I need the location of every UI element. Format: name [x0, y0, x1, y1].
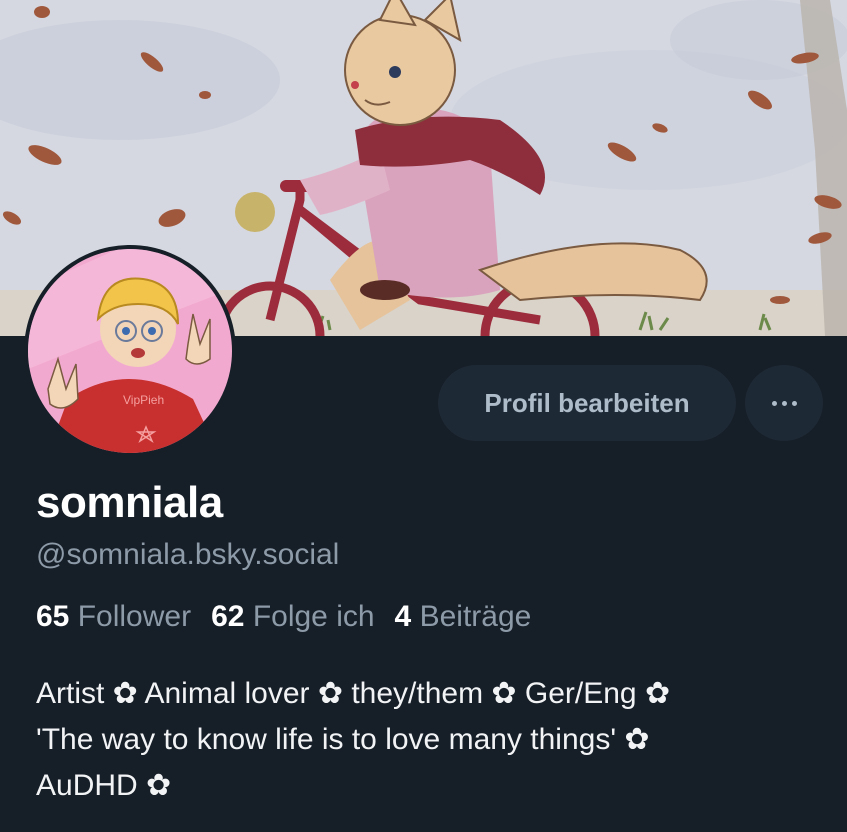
- followers-stat[interactable]: 65 Follower: [36, 600, 191, 634]
- following-label: Folge ich: [252, 600, 375, 633]
- avatar-illustration: VipPieh: [28, 249, 232, 453]
- bio-line: Artist ✿ Animal lover ✿ they/them ✿ Ger/…: [36, 677, 671, 710]
- more-options-button[interactable]: [745, 365, 823, 441]
- posts-count: 4: [394, 600, 412, 633]
- following-stat[interactable]: 62 Folge ich: [211, 600, 374, 634]
- svg-text:VipPieh: VipPieh: [123, 393, 164, 407]
- followers-count: 65: [36, 600, 70, 633]
- profile-stats: 65 Follower 62 Folge ich 4 Beiträge: [36, 600, 551, 634]
- profile-bio: Artist ✿ Animal lover ✿ they/them ✿ Ger/…: [36, 671, 816, 809]
- bio-line: AuDHD ✿: [36, 769, 172, 802]
- ellipsis-icon: [771, 400, 797, 406]
- edit-profile-label: Profil bearbeiten: [484, 387, 690, 418]
- followers-label: Follower: [77, 600, 192, 633]
- following-count: 62: [211, 600, 245, 633]
- posts-label: Beiträge: [419, 600, 532, 633]
- bio-line: 'The way to know life is to love many th…: [36, 723, 650, 756]
- handle: @somniala.bsky.social: [36, 538, 340, 571]
- display-name: somniala: [36, 478, 223, 527]
- posts-stat: 4 Beiträge: [395, 600, 532, 634]
- edit-profile-button[interactable]: Profil bearbeiten: [438, 365, 736, 441]
- avatar[interactable]: VipPieh: [24, 245, 236, 457]
